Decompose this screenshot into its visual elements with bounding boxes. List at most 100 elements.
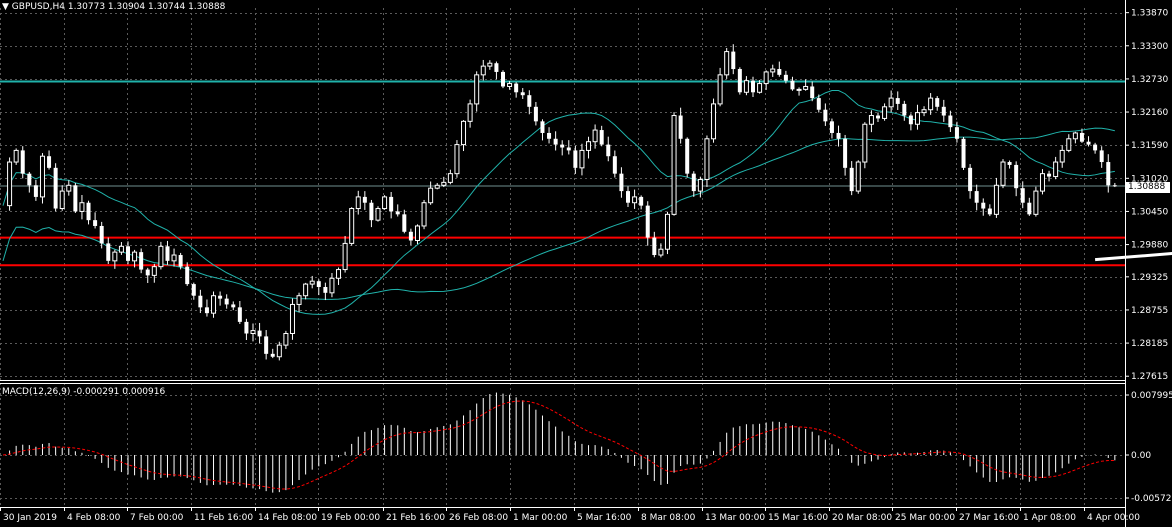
- price-chart-window[interactable]: 1.33870 1.33300 1.32730 1.32160 1.31590 1.310…: [0, 0, 1172, 527]
- candle-body-bull: [770, 68, 776, 73]
- candle-body-bear: [231, 304, 236, 308]
- price-axis-ticks: 1.338701.333001.327301.321601.315901.310…: [1125, 9, 1168, 382]
- candle-body-bull: [375, 208, 381, 221]
- candle-body-bull: [211, 295, 217, 314]
- moving-averages: [2, 90, 1115, 315]
- trendlines[interactable]: [1094, 16, 1172, 262]
- candle-body-bear: [843, 138, 848, 168]
- candle-body-bear: [244, 321, 249, 334]
- candle-body-bull: [171, 254, 177, 262]
- macd-tick-label: -0.005727: [1131, 494, 1172, 504]
- candle-body-bear: [389, 196, 394, 212]
- time-tick-label: 27 Mar 16:00: [959, 513, 1019, 523]
- candle-body-bull: [579, 149, 585, 169]
- fast-ma-line: [2, 90, 1115, 315]
- candle-body-bear: [264, 336, 269, 354]
- candle-body-bull: [250, 330, 256, 334]
- candle-body-bull: [414, 225, 420, 241]
- time-tick-label: 26 Feb 08:00: [449, 513, 508, 523]
- candle-body-bear: [1099, 150, 1104, 163]
- candle-body-bear: [270, 353, 275, 357]
- candle-body-bear: [1014, 164, 1019, 189]
- macd-tick-label: 0.007995: [1131, 391, 1172, 401]
- candle-body-bear: [606, 144, 611, 157]
- candle-body-bull: [1033, 190, 1039, 215]
- candle-body-bear: [954, 127, 959, 139]
- chart-canvas[interactable]: 1.338701.333001.327301.321601.315901.310…: [0, 0, 1172, 527]
- candle-body-bear: [626, 191, 630, 203]
- candle-body-bear: [987, 208, 992, 215]
- price-tick-label: 1.32160: [1131, 108, 1168, 118]
- time-tick-label: 4 Apr 00:00: [1087, 513, 1140, 523]
- price-tick-label: 1.28185: [1131, 339, 1168, 349]
- candle-body-bull: [276, 344, 282, 358]
- dropdown-arrow-icon[interactable]: ▼: [2, 2, 9, 12]
- candle-body-bull: [447, 173, 453, 183]
- candle-body-bear: [204, 307, 209, 314]
- candle-body-bear: [1086, 141, 1091, 145]
- candle-body-bear: [619, 173, 624, 192]
- time-tick-label: 11 Feb 16:00: [194, 513, 253, 523]
- candle-body-bull: [743, 80, 749, 93]
- candle-body-bull: [296, 295, 302, 305]
- candle-body-bull: [329, 277, 335, 294]
- candle-body-bull: [39, 155, 45, 198]
- candle-body-bear: [553, 138, 558, 145]
- candle-body-bear: [362, 196, 367, 203]
- candle-body-bull: [711, 103, 717, 140]
- symbol-header[interactable]: ▼ GBPUSD,H4 1.30773 1.30904 1.30744 1.30…: [2, 2, 225, 14]
- candle-body-bull: [13, 149, 19, 163]
- time-tick-label: 14 Feb 08:00: [258, 513, 317, 523]
- candle-body-bear: [810, 86, 815, 99]
- candle-body-bull: [454, 144, 460, 175]
- candle-body-bear: [533, 106, 538, 122]
- candle-body-bear: [20, 150, 25, 174]
- candle-body-bull: [336, 269, 342, 279]
- candle-body-bear: [257, 330, 262, 337]
- candle-body-bull: [796, 88, 802, 91]
- candle-body-bear: [599, 130, 604, 145]
- candle-body-bull: [507, 83, 513, 87]
- candle-body-bear: [47, 156, 52, 168]
- candle-body-bear: [1112, 185, 1117, 187]
- candle-body-bull: [658, 248, 664, 256]
- ohlc-readout: 1.30773 1.30904 1.30744 1.30888: [67, 2, 226, 12]
- candle-body-bear: [1007, 162, 1012, 165]
- candle-body-bear: [836, 132, 841, 139]
- candle-body-bull: [586, 141, 592, 151]
- candle-body-bull: [888, 97, 894, 108]
- candle-body-bear: [678, 115, 683, 139]
- candle-body-bear: [612, 156, 617, 174]
- candle-body-bear: [823, 109, 828, 122]
- time-tick-label: 15 Mar 16:00: [768, 513, 828, 523]
- candle-body-bear: [849, 167, 854, 192]
- candle-body-bear: [53, 167, 58, 209]
- macd-tick-label: 0.00: [1131, 451, 1151, 461]
- candle-body-bull: [993, 184, 999, 215]
- time-tick-label: 4 Feb 08:00: [67, 513, 121, 523]
- candle-body-bear: [126, 246, 130, 261]
- candle-body-bear: [494, 63, 499, 72]
- candle-body-bull: [66, 184, 72, 192]
- candle-body-bear: [145, 269, 150, 276]
- candle-body-bull: [289, 303, 295, 334]
- candle-body-bear: [751, 80, 755, 93]
- time-tick-label: 19 Feb 00:00: [321, 513, 380, 523]
- candle-body-bear: [639, 196, 644, 206]
- main-grid: [0, 8, 1125, 380]
- candle-body-bear: [1106, 162, 1111, 186]
- candle-body-bull: [671, 115, 677, 215]
- time-tick-label: 25 Mar 00:00: [895, 513, 955, 523]
- macd-label: MACD(12,26,9) -0.000291 0.000916: [2, 387, 166, 397]
- macd-header: MACD(12,26,9) -0.000291 0.000916: [2, 387, 165, 399]
- candle-body-bull: [428, 187, 434, 204]
- candle-body-bear: [560, 144, 565, 148]
- candle-body-bull: [342, 242, 348, 271]
- candle-body-bear: [540, 121, 545, 133]
- candle-body-bull: [441, 181, 447, 186]
- candle-body-bull: [151, 266, 157, 276]
- candle-body-bear: [685, 138, 690, 174]
- candle-body-bear: [33, 185, 38, 197]
- candle-body-bull: [868, 115, 874, 125]
- price-tick-label: 1.27615: [1131, 372, 1168, 382]
